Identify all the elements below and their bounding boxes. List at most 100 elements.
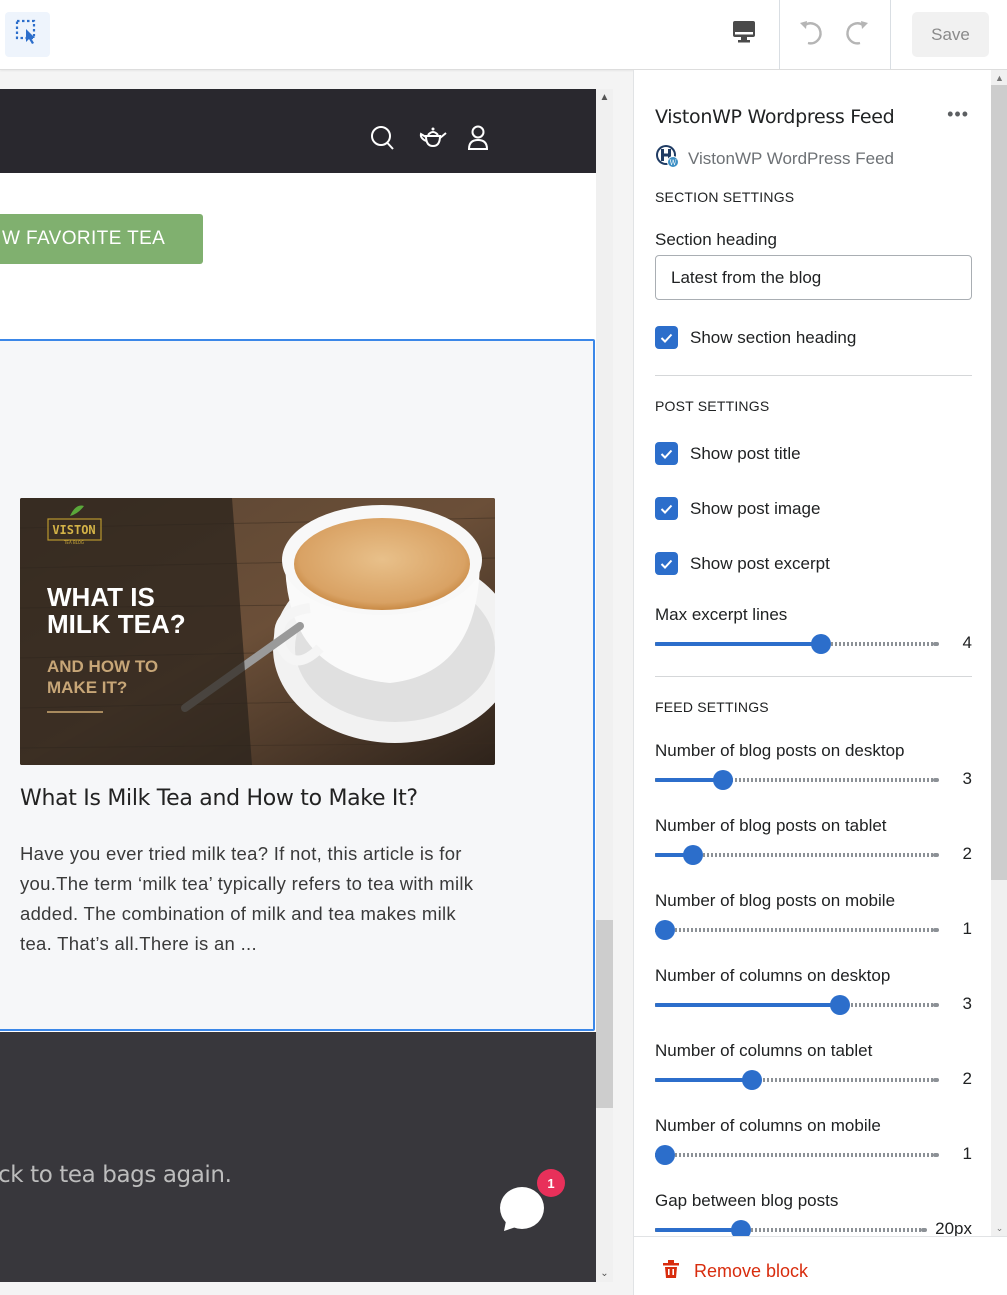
block-settings-panel: VistonWP Wordpress Feed ••• W VistonWP W… xyxy=(633,70,1007,1295)
section-divider xyxy=(655,375,972,376)
section-divider xyxy=(655,676,972,677)
svg-text:W: W xyxy=(669,159,677,167)
panel-footer: Remove block xyxy=(634,1236,1007,1295)
post-image[interactable]: VISTON TEA BLOG WHAT IS MILK TEA? AND HO… xyxy=(20,498,495,765)
slider-thumb[interactable] xyxy=(655,1145,675,1165)
block-title: VistonWP Wordpress Feed xyxy=(655,106,895,128)
search-icon[interactable] xyxy=(370,124,396,152)
image-headline-line1: WHAT IS xyxy=(47,582,155,612)
section-heading-label: Section heading xyxy=(655,230,777,249)
editor-toolbar: Save xyxy=(0,0,1007,70)
checkbox-label: Show post image xyxy=(690,498,821,518)
checkbox-label: Show post excerpt xyxy=(690,553,830,573)
slider-thumb[interactable] xyxy=(731,1220,751,1236)
redo-button[interactable] xyxy=(834,12,880,58)
slider-value: 2 xyxy=(962,844,972,863)
slider-thumb[interactable] xyxy=(811,634,831,654)
chat-bubble-icon xyxy=(500,1187,546,1239)
slider-value: 1 xyxy=(962,919,972,938)
scroll-up-arrow-icon[interactable]: ▲ xyxy=(596,89,613,106)
undo-button[interactable] xyxy=(788,12,834,58)
show-section-heading-checkbox[interactable]: Show section heading xyxy=(655,326,856,349)
toolbar-divider xyxy=(779,0,780,69)
slider-value: 2 xyxy=(962,1069,972,1088)
slider-thumb[interactable] xyxy=(713,770,733,790)
redo-icon xyxy=(842,17,872,52)
shop-favorite-tea-button[interactable]: W FAVORITE TEA xyxy=(0,214,203,264)
slider-label: Number of blog posts on mobile xyxy=(655,891,896,910)
site-header xyxy=(0,89,596,173)
columns-mobile-slider[interactable]: 1 xyxy=(655,1144,972,1166)
slider-thumb[interactable] xyxy=(683,845,703,865)
slider-value: 1 xyxy=(962,1144,972,1163)
checkbox-checked-icon[interactable] xyxy=(655,497,678,520)
section-settings-heading: SECTION SETTINGS xyxy=(655,189,795,205)
slider-track[interactable] xyxy=(655,928,939,932)
panel-scrollbar-thumb[interactable] xyxy=(991,85,1007,880)
slider-thumb[interactable] xyxy=(742,1070,762,1090)
slider-value: 3 xyxy=(962,769,972,788)
checkbox-checked-icon[interactable] xyxy=(655,326,678,349)
checkbox-checked-icon[interactable] xyxy=(655,442,678,465)
image-subhead-line2: MAKE IT? xyxy=(47,678,127,697)
save-button[interactable]: Save xyxy=(912,12,989,57)
blog-posts-desktop-slider[interactable]: 3 xyxy=(655,769,972,791)
post-title[interactable]: What Is Milk Tea and How to Make It? xyxy=(20,786,418,811)
select-pointer-icon xyxy=(15,19,41,50)
slider-label: Gap between blog posts xyxy=(655,1191,839,1210)
checkbox-checked-icon[interactable] xyxy=(655,552,678,575)
slider-fill xyxy=(655,1003,840,1007)
max-excerpt-lines-label: Max excerpt lines xyxy=(655,605,788,624)
slider-fill xyxy=(655,1078,752,1082)
blog-posts-tablet-slider[interactable]: 2 xyxy=(655,844,972,866)
store-preview: W FAVORITE TEA VISTON TEA BLOG WHAT IS M… xyxy=(0,89,596,1282)
post-excerpt: Have you ever tried milk tea? If not, th… xyxy=(20,843,474,954)
show-post-excerpt-checkbox[interactable]: Show post excerpt xyxy=(655,552,830,575)
slider-thumb[interactable] xyxy=(655,920,675,940)
preview-scrollbar[interactable]: ▲ ⌄ xyxy=(596,89,613,1282)
slider-track[interactable] xyxy=(655,1153,939,1157)
scroll-down-arrow-icon[interactable]: ⌄ xyxy=(991,1221,1007,1236)
columns-tablet-slider[interactable]: 2 xyxy=(655,1069,972,1091)
user-account-icon[interactable] xyxy=(466,124,492,152)
slider-label: Number of columns on mobile xyxy=(655,1116,881,1135)
show-post-title-checkbox[interactable]: Show post title xyxy=(655,442,801,465)
preview-scrollbar-thumb[interactable] xyxy=(596,920,613,1108)
image-subhead-line1: AND HOW TO xyxy=(47,657,158,676)
app-name: VistonWP WordPress Feed xyxy=(688,148,894,168)
post-settings-heading: POST SETTINGS xyxy=(655,398,770,414)
slider-label: Number of columns on desktop xyxy=(655,966,891,985)
teapot-cart-icon[interactable] xyxy=(418,124,447,152)
testimonial-text: ck to tea bags again. xyxy=(0,1162,232,1188)
chat-notification-badge: 1 xyxy=(537,1169,565,1197)
panel-scrollbar[interactable]: ▲ ⌄ xyxy=(991,70,1007,1236)
remove-block-button[interactable]: Remove block xyxy=(661,1259,808,1284)
trash-icon xyxy=(661,1259,681,1284)
image-brand-subtext: TEA BLOG xyxy=(63,540,84,545)
more-options-button[interactable]: ••• xyxy=(947,104,969,125)
slider-value: 3 xyxy=(962,994,972,1013)
slider-value: 4 xyxy=(962,633,972,652)
desktop-monitor-icon xyxy=(732,20,756,49)
chat-widget-button[interactable] xyxy=(500,1187,546,1235)
slider-thumb[interactable] xyxy=(830,995,850,1015)
columns-desktop-slider[interactable]: 3 xyxy=(655,994,972,1016)
checkbox-label: Show post title xyxy=(690,443,801,463)
section-heading-input[interactable] xyxy=(655,255,972,300)
testimonial-section: ck to tea bags again. 1 xyxy=(0,1032,596,1282)
show-post-image-checkbox[interactable]: Show post image xyxy=(655,497,820,520)
undo-icon xyxy=(796,17,826,52)
slider-fill xyxy=(655,1228,741,1232)
max-excerpt-lines-slider[interactable]: 4 xyxy=(655,633,972,655)
slider-label: Number of columns on tablet xyxy=(655,1041,873,1060)
scroll-up-arrow-icon[interactable]: ▲ xyxy=(991,70,1007,85)
app-logo-icon: W xyxy=(655,144,679,173)
select-tool-button[interactable] xyxy=(5,12,50,57)
scroll-down-arrow-icon[interactable]: ⌄ xyxy=(596,1265,613,1282)
gap-between-posts-slider[interactable]: 20px xyxy=(655,1219,972,1236)
slider-value: 20px xyxy=(935,1219,972,1236)
blog-feed-section-selected[interactable]: VISTON TEA BLOG WHAT IS MILK TEA? AND HO… xyxy=(0,339,595,1031)
blog-posts-mobile-slider[interactable]: 1 xyxy=(655,919,972,941)
device-preview-button[interactable] xyxy=(721,12,767,58)
slider-label: Number of blog posts on desktop xyxy=(655,741,905,760)
